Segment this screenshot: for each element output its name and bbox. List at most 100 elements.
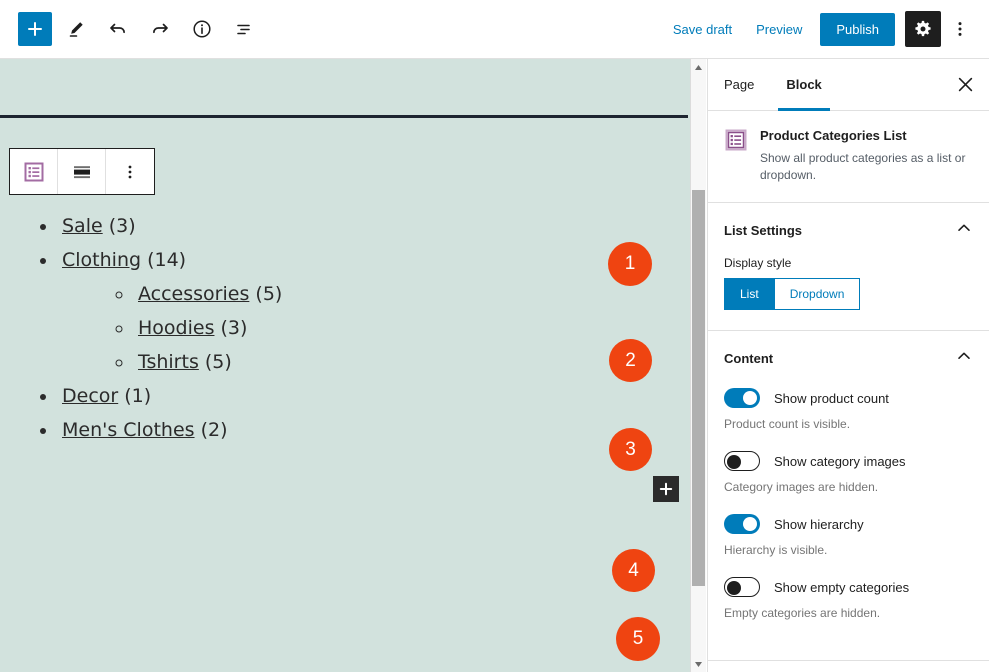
sidebar-tabs: Page Block xyxy=(708,59,989,111)
category-count: (14) xyxy=(147,249,187,271)
more-options-button[interactable] xyxy=(945,11,975,47)
category-link[interactable]: Decor xyxy=(62,385,118,407)
category-link[interactable]: Tshirts xyxy=(138,351,199,373)
category-count: (2) xyxy=(200,419,228,441)
list-view-icon[interactable] xyxy=(226,11,262,47)
annotation-marker-number: 3 xyxy=(625,438,636,460)
toggle-show-hierarchy[interactable] xyxy=(724,514,760,534)
list-item[interactable]: Hoodies (3) xyxy=(134,311,640,345)
annotation-marker-number: 4 xyxy=(628,559,639,581)
tab-page[interactable]: Page xyxy=(708,59,770,110)
list-item[interactable]: Clothing (14) Accessories (5) Hoodies (3… xyxy=(58,243,640,379)
category-count: (5) xyxy=(204,351,232,373)
setting-show-empty-categories: Show empty categories xyxy=(724,577,973,597)
category-link[interactable]: Clothing xyxy=(62,249,141,271)
editor-top-bar: Save draft Preview Publish xyxy=(0,0,989,59)
list-item[interactable]: Sale (3) xyxy=(58,209,640,243)
toggle-help-text: Empty categories are hidden. xyxy=(724,606,881,620)
annotation-marker-4: 4 xyxy=(612,549,655,592)
preview-button[interactable]: Preview xyxy=(744,14,814,45)
panel-content: Content Show product count Product count… xyxy=(708,331,989,661)
toggle-help-text: Product count is visible. xyxy=(724,417,851,431)
block-title: Product Categories List xyxy=(760,128,907,143)
toggle-label: Show category images xyxy=(774,453,906,469)
publish-button[interactable]: Publish xyxy=(820,12,895,46)
block-options-kebab-icon[interactable] xyxy=(106,149,154,194)
toggle-knob xyxy=(727,455,741,469)
panel-content-header[interactable]: Content xyxy=(708,331,989,384)
toggle-knob xyxy=(743,517,757,531)
panel-list-settings-body: Display style List Dropdown xyxy=(708,256,989,330)
scrollbar-thumb[interactable] xyxy=(692,190,705,586)
redo-icon[interactable] xyxy=(142,11,178,47)
toggle-show-category-images[interactable] xyxy=(724,451,760,471)
annotation-marker-number: 2 xyxy=(625,349,636,371)
annotation-marker-3: 3 xyxy=(609,428,652,471)
toggle-label: Show hierarchy xyxy=(774,516,864,532)
canvas-scrollbar[interactable] xyxy=(690,59,706,672)
annotation-marker-2: 2 xyxy=(609,339,652,382)
edit-pencil-icon[interactable] xyxy=(58,11,94,47)
add-block-button[interactable] xyxy=(18,12,52,46)
undo-icon[interactable] xyxy=(100,11,136,47)
list-item[interactable]: Accessories (5) xyxy=(134,277,640,311)
top-bar-left-tools xyxy=(0,11,262,47)
toggle-label: Show product count xyxy=(774,390,889,406)
close-sidebar-button[interactable] xyxy=(941,59,989,110)
panel-content-body: Show product count Product count is visi… xyxy=(708,388,989,660)
toggle-knob xyxy=(727,581,741,595)
toggle-knob xyxy=(743,391,757,405)
horizontal-rule-divider xyxy=(0,115,688,118)
block-settings-sidebar: Page Block Product Categories List Show … xyxy=(707,59,989,672)
category-count: (3) xyxy=(220,317,248,339)
product-categories-list-icon xyxy=(724,128,748,152)
block-info-card: Product Categories List Show all product… xyxy=(708,111,989,203)
toggle-label: Show empty categories xyxy=(774,579,910,595)
category-count: (5) xyxy=(255,283,283,305)
category-link[interactable]: Men's Clothes xyxy=(62,419,195,441)
panel-list-settings-header[interactable]: List Settings xyxy=(708,203,989,256)
tab-block[interactable]: Block xyxy=(770,59,837,111)
editor-canvas[interactable]: Sale (3) Clothing (14) Accessories (5) H… xyxy=(0,59,700,672)
annotation-marker-number: 5 xyxy=(632,628,644,649)
toggle-help-text: Hierarchy is visible. xyxy=(724,543,828,557)
scroll-down-arrow-icon[interactable] xyxy=(691,656,706,672)
setting-show-hierarchy: Show hierarchy xyxy=(724,514,973,534)
product-categories-list[interactable]: Sale (3) Clothing (14) Accessories (5) H… xyxy=(0,209,640,447)
list-item[interactable]: Tshirts (5) xyxy=(134,345,640,379)
top-bar-right-actions: Save draft Preview Publish xyxy=(661,11,989,47)
category-list-level-2: Accessories (5) Hoodies (3) Tshirts (5) xyxy=(134,277,640,379)
category-link[interactable]: Accessories xyxy=(138,283,249,305)
panel-title: Content xyxy=(724,351,774,366)
display-style-option-list[interactable]: List xyxy=(724,278,775,310)
annotation-marker-1: 1 xyxy=(608,242,652,286)
save-draft-button[interactable]: Save draft xyxy=(661,14,744,45)
toggle-show-product-count[interactable] xyxy=(724,388,760,408)
panel-list-settings: List Settings Display style List Dropdow… xyxy=(708,203,989,331)
list-item[interactable]: Decor (1) xyxy=(58,379,640,413)
settings-gear-button[interactable] xyxy=(905,11,941,47)
category-list-level-1: Sale (3) Clothing (14) Accessories (5) H… xyxy=(58,209,640,447)
category-link[interactable]: Hoodies xyxy=(138,317,214,339)
block-type-icon[interactable] xyxy=(10,149,58,194)
align-full-width-icon[interactable] xyxy=(58,149,106,194)
toggle-show-empty-categories[interactable] xyxy=(724,577,760,597)
scroll-up-arrow-icon[interactable] xyxy=(691,59,706,75)
display-style-option-dropdown[interactable]: Dropdown xyxy=(774,278,861,310)
display-style-label: Display style xyxy=(724,256,792,270)
block-inserter-button[interactable] xyxy=(653,476,679,502)
category-count: (3) xyxy=(108,215,136,237)
panel-title: List Settings xyxy=(724,223,803,238)
annotation-marker-5: 5 xyxy=(616,617,660,661)
chevron-up-icon[interactable] xyxy=(955,347,973,370)
category-link[interactable]: Sale xyxy=(62,215,103,237)
list-item[interactable]: Men's Clothes (2) xyxy=(58,413,640,447)
block-info-text: Product Categories List Show all product… xyxy=(760,127,973,184)
block-toolbar xyxy=(9,148,155,195)
setting-show-category-images: Show category images xyxy=(724,451,973,471)
chevron-up-icon[interactable] xyxy=(955,219,973,242)
setting-show-product-count: Show product count xyxy=(724,388,973,408)
category-count: (1) xyxy=(124,385,152,407)
info-icon[interactable] xyxy=(184,11,220,47)
annotation-marker-number: 1 xyxy=(624,253,636,274)
